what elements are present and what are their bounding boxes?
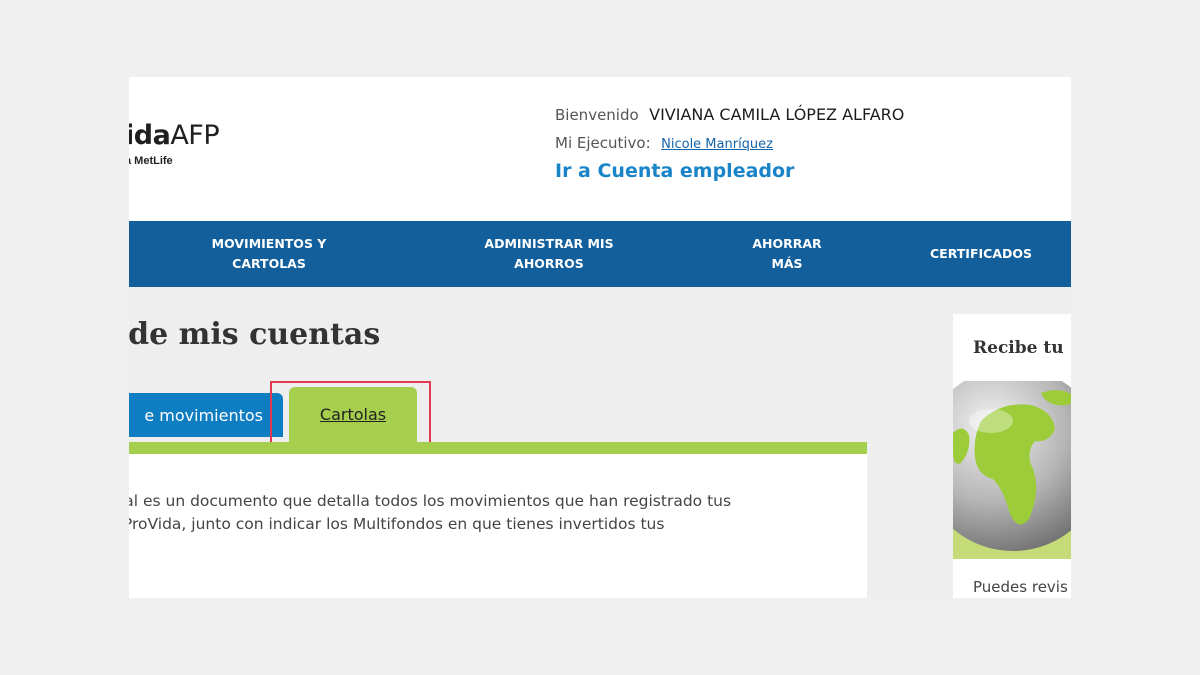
nav-certificados[interactable]: CERTIFICADOS	[915, 221, 1047, 287]
cartolas-description: uatrimestral es un documento que detalla…	[129, 492, 732, 533]
executive-label: Mi Ejecutivo:	[555, 134, 651, 152]
cartolas-content-panel: uatrimestral es un documento que detalla…	[129, 454, 867, 598]
promo-card[interactable]: Recibe tu Puedes revis	[953, 314, 1071, 598]
main-nav: MOVIMIENTOS Y CARTOLAS ADMINISTRAR MIS AHO…	[129, 221, 1071, 287]
welcome-row: Bienvenido VIVIANA CAMILA LÓPEZ ALFARO	[555, 105, 904, 125]
executive-link[interactable]: Nicole Manríquez	[661, 137, 773, 152]
page-title: men de mis cuentas	[129, 317, 381, 352]
tab-underline-bar	[129, 442, 867, 454]
globe-image	[953, 381, 1071, 559]
logo-tagline: a MetLife	[129, 155, 173, 167]
provida-logo[interactable]: idaAFP a MetLife	[129, 120, 220, 168]
user-name: VIVIANA CAMILA LÓPEZ ALFARO	[649, 105, 905, 124]
tab-movimientos[interactable]: e movimientos	[129, 393, 283, 437]
promo-text: Puedes revis	[973, 578, 1068, 596]
executive-row: Mi Ejecutivo: Nicole Manríquez	[555, 134, 773, 153]
browser-viewport: idaAFP a MetLife Bienvenido VIVIANA CAMI…	[129, 77, 1071, 598]
welcome-label: Bienvenido	[555, 106, 639, 124]
employer-account-link[interactable]: Ir a Cuenta empleador	[555, 160, 794, 182]
site-header: idaAFP a MetLife Bienvenido VIVIANA CAMI…	[129, 77, 1071, 221]
nav-administrar-ahorros[interactable]: ADMINISTRAR MIS AHORROS	[463, 221, 635, 287]
globe-icon	[953, 381, 1071, 559]
nav-ahorrar-mas[interactable]: AHORRAR MÁS	[729, 221, 845, 287]
tab-cartolas[interactable]: Cartolas	[289, 387, 417, 443]
promo-title: Recibe tu	[973, 338, 1064, 358]
nav-movimientos-cartolas[interactable]: MOVIMIENTOS Y CARTOLAS	[191, 221, 347, 287]
logo-wordmark: idaAFP	[129, 120, 220, 151]
